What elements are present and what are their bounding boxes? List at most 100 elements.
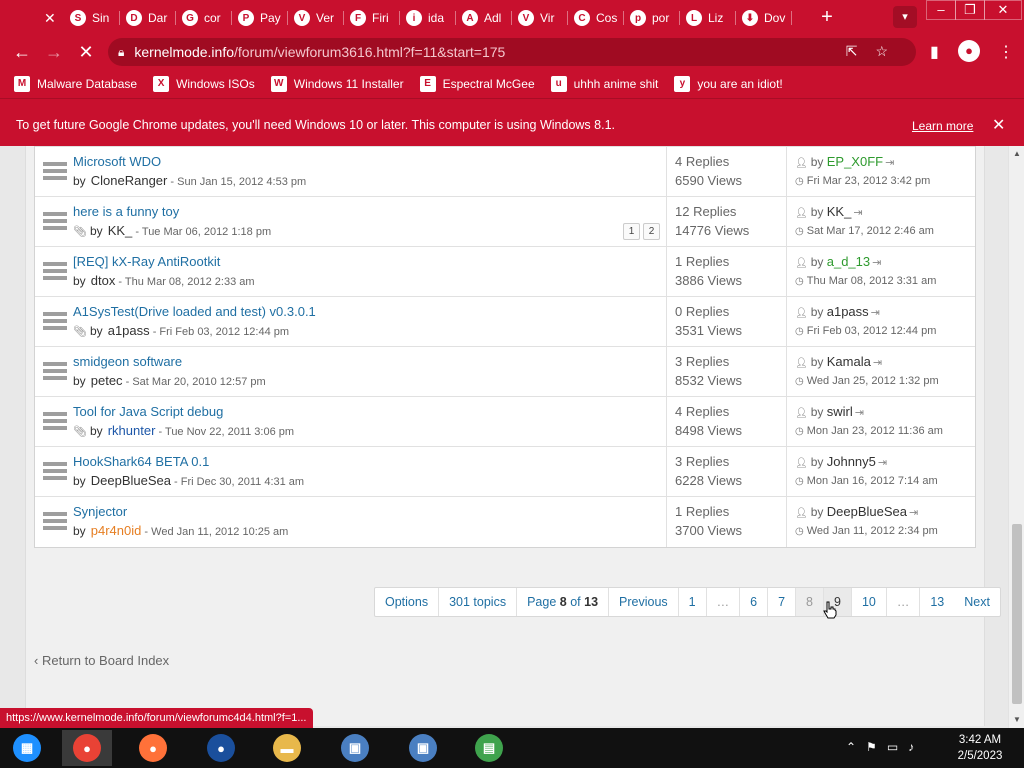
page-number-link[interactable]: 7: [768, 588, 797, 616]
taskbar-app-button[interactable]: ▦: [2, 730, 52, 766]
browser-tab[interactable]: P Pay: [232, 4, 288, 32]
topic-title-link[interactable]: [REQ] kX-Ray AntiRootkit: [73, 254, 220, 269]
side-panel-icon[interactable]: ▮: [930, 42, 939, 62]
last-poster-link[interactable]: a1pass: [827, 304, 869, 319]
browser-tab[interactable]: ⬇ Dov: [736, 4, 792, 32]
minimize-button[interactable]: –: [926, 0, 956, 20]
author-link[interactable]: a1pass: [108, 323, 150, 338]
topic-title-link[interactable]: A1SysTest(Drive loaded and test) v0.3.0.…: [73, 304, 316, 319]
topic-title-link[interactable]: smidgeon software: [73, 354, 182, 369]
last-poster-link[interactable]: a_d_13: [827, 254, 870, 269]
author-link[interactable]: dtox: [91, 273, 116, 288]
goto-last-post-icon[interactable]: ⇥: [871, 307, 880, 319]
topic-cell: A1SysTest(Drive loaded and test) v0.3.0.…: [35, 297, 667, 347]
author-link[interactable]: KK_: [108, 223, 133, 238]
browser-tab[interactable]: V Vir: [512, 4, 568, 32]
last-poster-link[interactable]: EP_X0FF: [827, 154, 883, 169]
browser-tab[interactable]: V Ver: [288, 4, 344, 32]
back-button[interactable]: ←: [10, 40, 34, 64]
goto-last-post-icon[interactable]: ⇥: [878, 457, 887, 469]
bookmark-item[interactable]: y you are an idiot!: [674, 76, 783, 92]
author-link[interactable]: CloneRanger: [91, 173, 168, 188]
tab-close-icon[interactable]: ✕: [44, 10, 56, 27]
taskbar-app-button[interactable]: ▣: [398, 730, 448, 766]
browser-tab[interactable]: L Liz: [680, 4, 736, 32]
bookmark-item[interactable]: u uhhh anime shit: [550, 76, 658, 92]
infobar-close-icon[interactable]: ✕: [992, 115, 1005, 135]
last-post-cell: 👤︎ by KK_ ⇥ ◷ Sat Mar 17, 2012 2:46 am: [787, 197, 977, 247]
scroll-up-arrow-icon[interactable]: ▲: [1009, 146, 1024, 162]
restore-button[interactable]: ❐: [955, 0, 985, 20]
browser-tab[interactable]: D Dar: [120, 4, 176, 32]
page-ellipsis: …: [887, 588, 921, 616]
browser-tab[interactable]: A Adl: [456, 4, 512, 32]
page-number-link[interactable]: 8: [796, 588, 824, 616]
taskbar-app-button[interactable]: ▣: [330, 730, 380, 766]
scroll-thumb[interactable]: [1012, 524, 1022, 704]
forward-button[interactable]: →: [42, 40, 66, 64]
new-tab-button[interactable]: +: [815, 6, 839, 30]
topic-document-icon: [43, 360, 67, 384]
return-to-board-index-link[interactable]: ‹ Return to Board Index: [34, 653, 169, 668]
topic-title-link[interactable]: Synjector: [73, 504, 127, 519]
topic-title-link[interactable]: Microsoft WDO: [73, 154, 161, 169]
goto-last-post-icon[interactable]: ⇥: [872, 257, 881, 269]
bookmark-item[interactable]: E Espectral McGee: [419, 76, 535, 92]
browser-tab[interactable]: F Firi: [344, 4, 400, 32]
topic-title-link[interactable]: HookShark64 BETA 0.1: [73, 454, 209, 469]
browser-tab[interactable]: C Cos: [568, 4, 624, 32]
profile-avatar[interactable]: ●: [958, 40, 980, 62]
network-setup-icon-2: ▣: [409, 734, 437, 762]
author-link[interactable]: rkhunter: [108, 423, 156, 438]
tab-active[interactable]: ✕: [0, 4, 62, 32]
goto-last-post-icon[interactable]: ⇥: [909, 507, 918, 519]
last-poster-link[interactable]: swirl: [827, 404, 853, 419]
browser-tab[interactable]: i ida: [400, 4, 456, 32]
goto-last-post-icon[interactable]: ⇥: [873, 357, 882, 369]
scroll-down-arrow-icon[interactable]: ▼: [1009, 712, 1024, 728]
menu-icon[interactable]: ⋮: [998, 42, 1014, 62]
next-page-button[interactable]: Next: [954, 588, 1000, 616]
taskbar-app-button[interactable]: ▬: [262, 730, 312, 766]
author-link[interactable]: DeepBlueSea: [91, 473, 171, 488]
stop-loading-button[interactable]: ✕: [74, 40, 98, 64]
author-link[interactable]: petec: [91, 373, 123, 388]
last-poster-link[interactable]: KK_: [827, 204, 852, 219]
learn-more-link[interactable]: Learn more: [912, 119, 973, 133]
browser-tab[interactable]: p por: [624, 4, 680, 32]
options-button[interactable]: Options: [375, 588, 440, 616]
topic-title-link[interactable]: Tool for Java Script debug: [73, 404, 223, 419]
browser-tab[interactable]: S Sin: [64, 4, 120, 32]
address-bar[interactable]: 🔒︎ kernelmode.info/forum/viewforum3616.h…: [108, 38, 916, 66]
tab-search-button[interactable]: ▾: [893, 6, 917, 28]
goto-last-post-icon[interactable]: ⇥: [853, 207, 862, 219]
taskbar-app-button[interactable]: ●: [128, 730, 178, 766]
author-link[interactable]: p4r4n0id: [91, 523, 142, 538]
page-indicator[interactable]: Page 8 of 13: [517, 588, 610, 616]
previous-page-button[interactable]: Previous: [609, 588, 679, 616]
page-number-link[interactable]: 10: [852, 588, 887, 616]
bookmark-item[interactable]: W Windows 11 Installer: [270, 76, 404, 92]
taskbar-app-button[interactable]: ▤: [464, 730, 514, 766]
bookmark-item[interactable]: M Malware Database: [14, 76, 137, 92]
page-scrollbar[interactable]: ▲ ▼: [1008, 146, 1024, 728]
topic-title-link[interactable]: here is a funny toy: [73, 204, 179, 219]
bookmark-item[interactable]: X Windows ISOs: [153, 76, 255, 92]
page-number-link[interactable]: 13: [920, 588, 954, 616]
goto-last-post-icon[interactable]: ⇥: [855, 407, 864, 419]
page-number-link[interactable]: 1: [679, 588, 707, 616]
taskbar-app-button[interactable]: ●: [196, 730, 246, 766]
taskbar-app-button[interactable]: ●: [62, 730, 112, 766]
system-tray-icons[interactable]: ⌃⚑▭♪: [846, 740, 924, 754]
last-poster-link[interactable]: DeepBlueSea: [827, 504, 907, 519]
browser-tab[interactable]: Gcor: [176, 4, 232, 32]
share-star-icons[interactable]: ⇱☆: [846, 43, 906, 60]
topic-page-link[interactable]: 1: [623, 223, 640, 240]
page-number-link[interactable]: 6: [740, 588, 769, 616]
window-close-button[interactable]: ✕: [984, 0, 1022, 20]
taskbar-clock[interactable]: 3:42 AM 2/5/2023: [948, 732, 1012, 764]
last-poster-link[interactable]: Kamala: [827, 354, 871, 369]
goto-last-post-icon[interactable]: ⇥: [885, 157, 894, 169]
last-poster-link[interactable]: Johnny5: [827, 454, 876, 469]
topic-page-link[interactable]: 2: [643, 223, 660, 240]
